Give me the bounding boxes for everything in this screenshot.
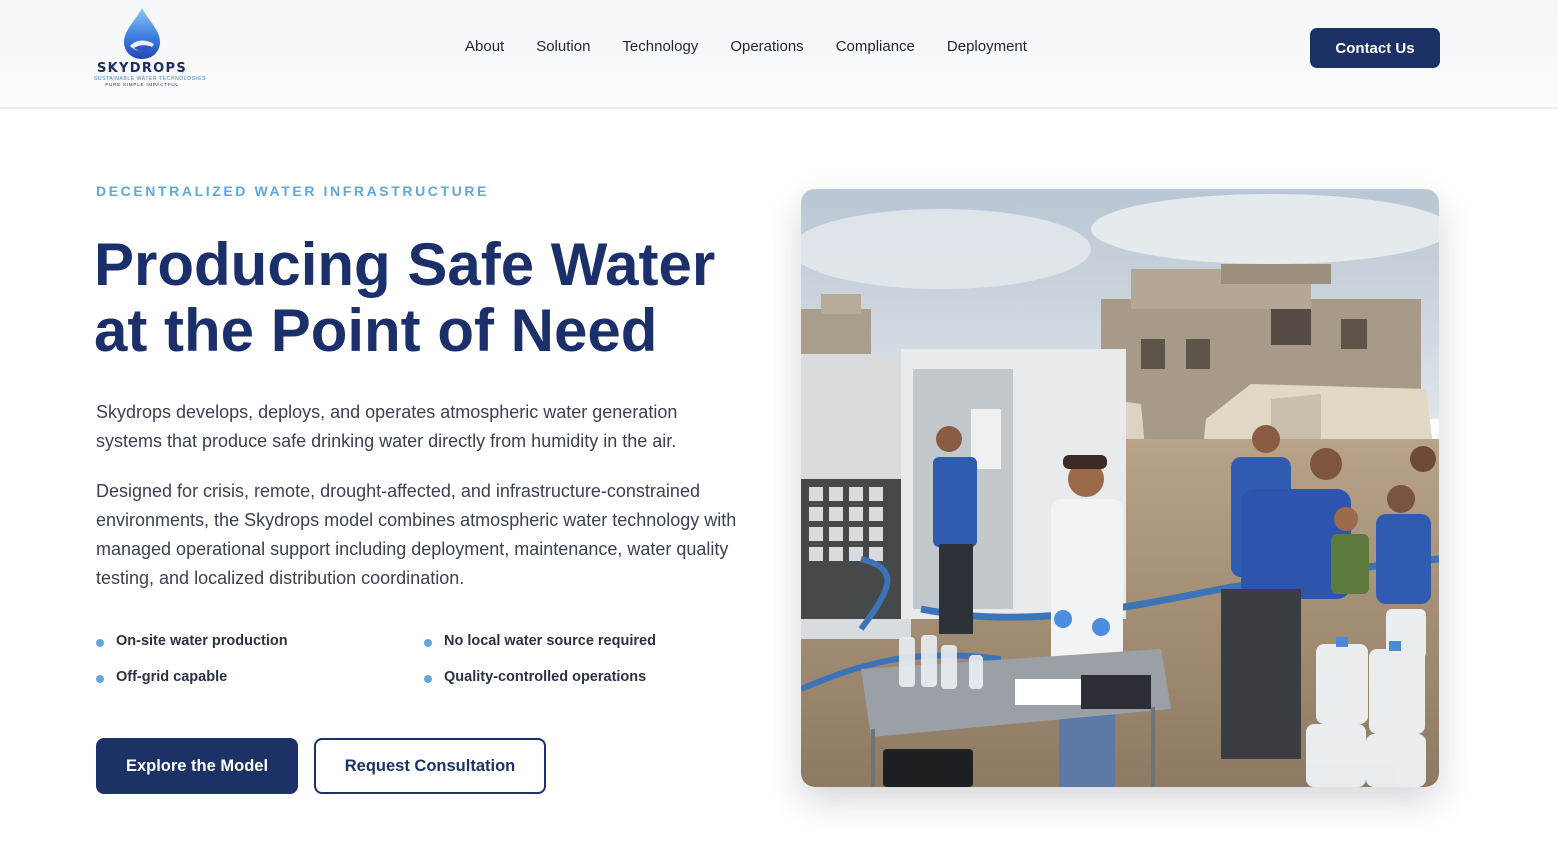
field-deployment-photo xyxy=(801,189,1439,787)
hero-intro-paragraph: Skydrops develops, deploys, and operates… xyxy=(96,402,678,451)
hero-title: Producing Safe Water at the Point of Nee… xyxy=(94,232,774,364)
feature-item: No local water source required xyxy=(424,633,656,649)
feature-item: On-site water production xyxy=(96,633,288,649)
nav-operations[interactable]: Operations xyxy=(730,38,803,55)
hero-detail-paragraph: Designed for crisis, remote, drought-aff… xyxy=(96,481,737,588)
water-drop-logo-icon xyxy=(124,8,160,59)
nav-solution[interactable]: Solution xyxy=(536,38,590,55)
explore-model-button[interactable]: Explore the Model xyxy=(96,738,298,794)
hero-photo xyxy=(801,189,1439,787)
request-consultation-button[interactable]: Request Consultation xyxy=(314,738,546,794)
nav-deployment[interactable]: Deployment xyxy=(947,38,1027,55)
bullet-dot-icon xyxy=(96,639,104,647)
feature-item: Quality-controlled operations xyxy=(424,669,646,685)
bullet-dot-icon xyxy=(424,639,432,647)
nav-about[interactable]: About xyxy=(465,38,504,55)
feature-item: Off-grid capable xyxy=(96,669,227,685)
hero-title-line-2: at the Point of Need xyxy=(94,297,658,364)
site-header: SKYDROPS SUSTAINABLE WATER TECHNOLOGIES … xyxy=(0,0,1558,109)
bullet-dot-icon xyxy=(96,675,104,683)
feature-list: On-site water production No local water … xyxy=(96,633,696,713)
feature-label: On-site water production xyxy=(116,633,288,649)
feature-label: Quality-controlled operations xyxy=(444,669,647,685)
feature-label: No local water source required xyxy=(444,633,656,649)
nav-technology[interactable]: Technology xyxy=(622,38,698,55)
main-nav: About Solution Technology Operations Com… xyxy=(465,38,1059,55)
nav-compliance[interactable]: Compliance xyxy=(836,38,915,55)
logo-tagline: PURE SIMPLE IMPACTFUL xyxy=(105,82,179,87)
skydrops-logo[interactable]: SKYDROPS SUSTAINABLE WATER TECHNOLOGIES … xyxy=(94,6,205,88)
hero-title-line-1: Producing Safe Water xyxy=(94,231,716,298)
contact-us-button[interactable]: Contact Us xyxy=(1310,28,1440,68)
logo-wordmark: SKYDROPS xyxy=(97,61,187,76)
bullet-dot-icon xyxy=(424,675,432,683)
feature-label: Off-grid capable xyxy=(116,669,228,685)
hero-eyebrow: DECENTRALIZED WATER INFRASTRUCTURE xyxy=(96,183,490,199)
